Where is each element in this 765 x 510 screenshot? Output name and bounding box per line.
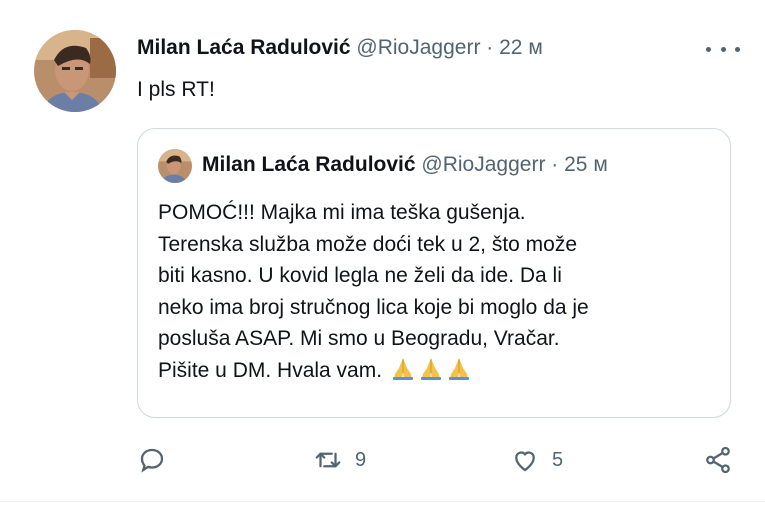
quoted-text-line: biti kasno. U kovid legla ne želi da ide… bbox=[158, 264, 562, 287]
quoted-tweet-text: POMOĆ!!! Majka mi ima teška gušenja. Ter… bbox=[158, 197, 718, 390]
quoted-text-line-last: Pišite u DM. Hvala vam. bbox=[158, 355, 718, 391]
quoted-tweet-header: Milan Laća Radulović @RioJaggerr · 25 м bbox=[202, 153, 608, 177]
quoted-author-handle: @RioJaggerr bbox=[421, 153, 546, 176]
more-options-icon[interactable] bbox=[706, 38, 740, 60]
quoted-text-line-content: Pišite u DM. Hvala vam. bbox=[158, 358, 383, 382]
retweet-count: 9 bbox=[355, 448, 367, 471]
share-button[interactable] bbox=[703, 440, 733, 480]
folded-hands-icon bbox=[390, 355, 416, 391]
quoted-header-separator: · bbox=[551, 153, 559, 176]
tweet-header: Milan Laća Radulović @RioJaggerr · 22 м bbox=[137, 36, 705, 60]
quoted-tweet-time: 25 м bbox=[564, 153, 608, 176]
tweet-text: I pls RT! bbox=[137, 78, 215, 101]
quoted-text-line: neko ima broj stručnog lica koje bi mogl… bbox=[158, 295, 589, 319]
quoted-author-avatar bbox=[158, 149, 192, 183]
reply-button[interactable] bbox=[137, 440, 167, 480]
author-name[interactable]: Milan Laća Radulović bbox=[137, 36, 351, 59]
tweet-time[interactable]: 22 м bbox=[499, 36, 543, 59]
reply-icon bbox=[140, 448, 164, 473]
action-bar: 9 5 bbox=[0, 440, 765, 480]
retweet-icon bbox=[315, 452, 341, 468]
quoted-tweet[interactable]: Milan Laća Radulović @RioJaggerr · 25 м … bbox=[137, 128, 731, 418]
heart-icon bbox=[515, 451, 535, 472]
like-count: 5 bbox=[552, 448, 564, 471]
tweet[interactable]: Milan Laća Radulović @RioJaggerr · 22 м … bbox=[0, 0, 765, 510]
quoted-text-line: Terenska služba može doći tek u 2, što m… bbox=[158, 232, 578, 256]
folded-hands-icon bbox=[418, 355, 444, 391]
author-handle[interactable]: @RioJaggerr bbox=[356, 36, 480, 59]
quoted-text-line: posluša ASAP. Mi smo u Beogradu, Vračar. bbox=[158, 327, 560, 350]
quoted-author-name: Milan Laća Radulović bbox=[202, 153, 416, 176]
retweet-button[interactable]: 9 bbox=[313, 440, 366, 480]
share-icon bbox=[706, 446, 730, 474]
folded-hands-icon bbox=[446, 355, 472, 391]
quoted-text-line: POMOĆ!!! Majka mi ima teška gušenja. bbox=[158, 201, 526, 224]
header-separator: · bbox=[486, 36, 494, 59]
author-avatar[interactable] bbox=[34, 30, 116, 112]
like-button[interactable]: 5 bbox=[510, 440, 563, 480]
divider bbox=[0, 501, 765, 502]
